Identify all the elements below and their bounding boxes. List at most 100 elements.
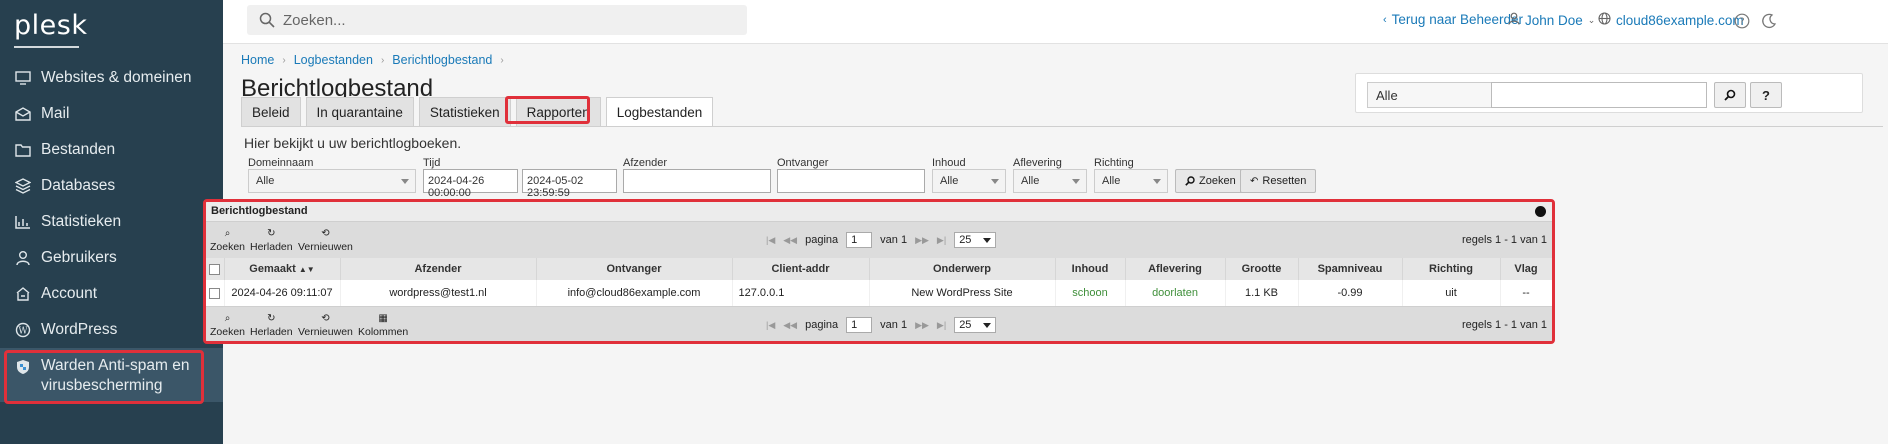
- sidebar-item-label: Account: [41, 285, 98, 302]
- breadcrumb-home[interactable]: Home: [241, 53, 274, 67]
- tab-beleid[interactable]: Beleid: [241, 97, 301, 126]
- info-text: Hier bekijkt u uw berichtlogboeken.: [244, 135, 462, 151]
- first-page-icon[interactable]: |◀: [766, 320, 775, 331]
- last-page-icon[interactable]: ▶|: [937, 235, 946, 246]
- content-filter-select[interactable]: Alle: [932, 169, 1006, 193]
- filter-search-label: Zoeken: [1199, 175, 1236, 187]
- toolbar-search-button[interactable]: ⌕ Zoeken: [210, 228, 245, 253]
- sidebar-item-label: Statistieken: [41, 213, 122, 230]
- tab-rapporten[interactable]: Rapporten: [515, 97, 601, 126]
- col-size[interactable]: Grootte: [1225, 258, 1299, 280]
- search-placeholder: Zoeken...: [283, 11, 346, 29]
- tab-in-quarantaine[interactable]: In quarantaine: [305, 97, 414, 126]
- cell-spam-level: -0.99: [1298, 280, 1403, 306]
- page-input[interactable]: 1: [846, 317, 873, 333]
- sender-filter-input[interactable]: [623, 169, 771, 193]
- prev-page-icon[interactable]: ◀◀: [783, 320, 797, 331]
- back-to-admin-link[interactable]: ‹ Terug naar Beheerder: [1383, 12, 1523, 27]
- toolbar-search-button[interactable]: ⌕ Zoeken: [210, 313, 245, 338]
- page-input[interactable]: 1: [846, 232, 873, 248]
- quick-filter-input[interactable]: [1491, 82, 1707, 108]
- sidebar-item-wordpress[interactable]: W WordPress: [0, 312, 223, 348]
- message-log-panel: Berichtlogbestand ⌕ Zoeken ↻ Herladen ⟲ …: [203, 199, 1555, 344]
- chevron-right-icon: ›: [500, 54, 504, 66]
- pager-of-label: van 1: [880, 319, 908, 331]
- row-checkbox[interactable]: [206, 280, 225, 306]
- col-recipient[interactable]: Ontvanger: [536, 258, 733, 280]
- select-all-checkbox[interactable]: [206, 258, 225, 280]
- col-direction[interactable]: Richting: [1402, 258, 1501, 280]
- domain-filter-label: Domeinnaam: [248, 157, 314, 169]
- toolbar-refresh-button[interactable]: ⟲ Vernieuwen: [298, 228, 353, 253]
- table-row[interactable]: 2024-04-26 09:11:07 wordpress@test1.nl i…: [206, 280, 1552, 306]
- panel-header: Berichtlogbestand: [206, 202, 1552, 221]
- col-client-addr[interactable]: Client-addr: [732, 258, 870, 280]
- next-page-icon[interactable]: ▶▶: [915, 320, 929, 331]
- toolbar-reload-button[interactable]: ↻ Herladen: [250, 313, 293, 338]
- per-page-select[interactable]: 25: [954, 317, 997, 333]
- col-content[interactable]: Inhoud: [1055, 258, 1126, 280]
- prev-page-icon[interactable]: ◀◀: [783, 235, 797, 246]
- user-icon: [1508, 12, 1520, 28]
- toolbar-label: Herladen: [250, 326, 293, 338]
- delivery-filter-select[interactable]: Alle: [1013, 169, 1087, 193]
- search-input[interactable]: Zoeken...: [247, 5, 747, 35]
- collapse-icon[interactable]: [1535, 206, 1546, 217]
- filter-reset-button[interactable]: ↶ Resetten: [1240, 169, 1317, 193]
- direction-filter-select[interactable]: Alle: [1094, 169, 1168, 193]
- sidebar-nav: Websites & domeinen Mail Bestanden Datab…: [0, 60, 223, 402]
- sidebar-item-databases[interactable]: Databases: [0, 168, 223, 204]
- toolbar-reload-button[interactable]: ↻ Herladen: [250, 228, 293, 253]
- per-page-select[interactable]: 25: [954, 232, 997, 248]
- last-page-icon[interactable]: ▶|: [937, 320, 946, 331]
- sidebar-item-mail[interactable]: Mail: [0, 96, 223, 132]
- recipient-filter-input[interactable]: [777, 169, 925, 193]
- domain-menu[interactable]: cloud86example.com: [1598, 12, 1744, 28]
- dark-mode-icon[interactable]: [1759, 11, 1779, 31]
- toolbar-label: Vernieuwen: [298, 241, 353, 253]
- breadcrumb-logbestanden[interactable]: Logbestanden: [294, 53, 373, 67]
- tab-bar: Beleid In quarantaine Statistieken Rappo…: [241, 97, 714, 126]
- toolbar-label: Herladen: [250, 241, 293, 253]
- breadcrumb-berichtlogbestand[interactable]: Berichtlogbestand: [392, 53, 492, 67]
- plesk-logo[interactable]: plesk: [14, 10, 87, 41]
- mail-icon: [14, 105, 32, 123]
- filter-search-button[interactable]: Zoeken: [1175, 169, 1246, 193]
- tab-statistieken[interactable]: Statistieken: [418, 97, 511, 126]
- sidebar-item-websites[interactable]: Websites & domeinen: [0, 60, 223, 96]
- back-link-label: Terug naar Beheerder: [1391, 12, 1524, 27]
- time-to-input[interactable]: 2024-05-02 23:59:59: [522, 169, 617, 199]
- sidebar-item-warden[interactable]: Warden Anti-spam en virusbescherming: [0, 348, 223, 402]
- next-page-icon[interactable]: ▶▶: [915, 235, 929, 246]
- sidebar-item-account[interactable]: Account: [0, 276, 223, 312]
- quick-search-button[interactable]: [1714, 82, 1746, 108]
- cell-size: 1.1 KB: [1225, 280, 1299, 306]
- per-page-value: 25: [959, 234, 972, 246]
- sidebar-item-files[interactable]: Bestanden: [0, 132, 223, 168]
- col-created[interactable]: Gemaakt ▲▼: [224, 258, 341, 280]
- sidebar-item-label: Mail: [41, 105, 70, 122]
- col-flag[interactable]: Vlag: [1500, 258, 1552, 280]
- sidebar-item-users[interactable]: Gebruikers: [0, 240, 223, 276]
- help-icon[interactable]: ?: [1732, 11, 1752, 31]
- user-menu[interactable]: John Doe ⌄: [1508, 12, 1595, 28]
- rows-info: regels 1 - 1 van 1: [1462, 319, 1547, 331]
- cell-created: 2024-04-26 09:11:07: [224, 280, 341, 306]
- time-from-input[interactable]: 2024-04-26 00:00:00: [423, 169, 518, 199]
- help-button[interactable]: ?: [1750, 82, 1782, 108]
- search-icon: ⌕: [224, 313, 231, 324]
- col-delivery[interactable]: Aflevering: [1125, 258, 1226, 280]
- domain-name: cloud86example.com: [1616, 12, 1744, 28]
- domain-filter-select[interactable]: Alle: [248, 169, 416, 193]
- log-table: Gemaakt ▲▼ Afzender Ontvanger Client-add…: [206, 258, 1552, 306]
- sidebar-item-statistics[interactable]: Statistieken: [0, 204, 223, 240]
- col-sender[interactable]: Afzender: [340, 258, 537, 280]
- tab-logbestanden[interactable]: Logbestanden: [605, 97, 714, 126]
- col-subject[interactable]: Onderwerp: [869, 258, 1056, 280]
- first-page-icon[interactable]: |◀: [766, 235, 775, 246]
- toolbar-refresh-button[interactable]: ⟲ Vernieuwen: [298, 313, 353, 338]
- refresh-icon: ⟲: [321, 228, 330, 239]
- col-spam-level[interactable]: Spamniveau: [1298, 258, 1403, 280]
- user-icon: [14, 249, 32, 267]
- toolbar-columns-button[interactable]: ▦ Kolommen: [358, 313, 408, 338]
